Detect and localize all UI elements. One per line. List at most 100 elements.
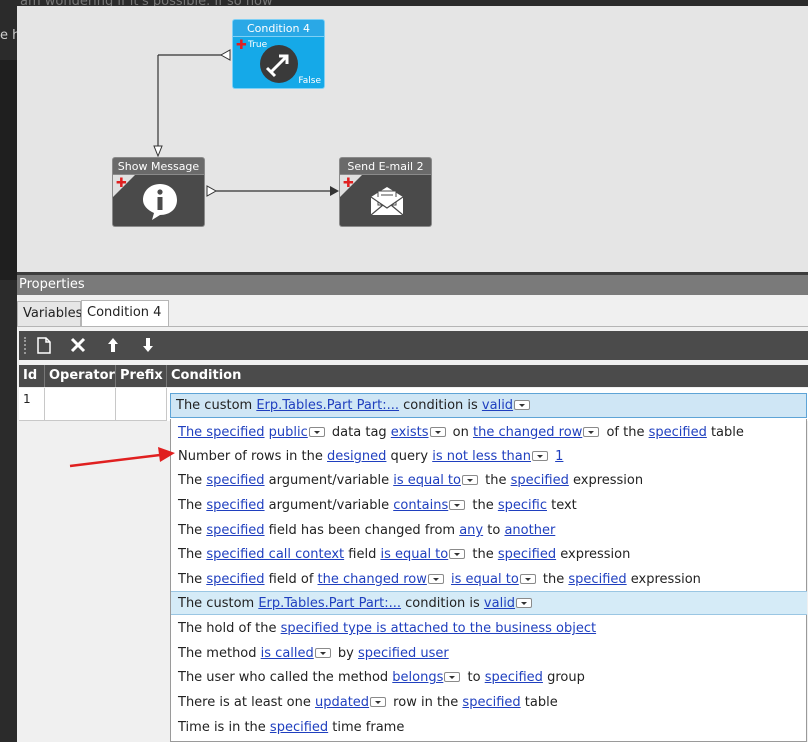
option-link[interactable]: the changed row [473, 425, 582, 440]
option-link[interactable]: specified [511, 473, 569, 488]
list-item[interactable]: The specified call context field is equa… [171, 543, 807, 567]
dropdown-arrow-icon[interactable] [516, 598, 533, 608]
option-link[interactable]: specified [462, 695, 520, 710]
list-item[interactable]: The specified field has been changed fro… [171, 519, 807, 543]
selected-text: condition is [399, 398, 482, 413]
dropdown-arrow-icon[interactable] [449, 549, 466, 559]
option-link[interactable]: contains [393, 498, 448, 513]
column-header-id[interactable]: Id [19, 365, 45, 387]
option-link[interactable]: specified [568, 572, 626, 587]
option-link[interactable]: any [459, 523, 483, 538]
new-button[interactable] [32, 334, 56, 356]
send-email-node-title: Send E-mail 2 [339, 157, 432, 175]
list-item[interactable]: The method is called by specified user [171, 642, 807, 666]
move-down-button[interactable] [136, 334, 160, 356]
show-message-node[interactable]: Show Message 0 ✚ [112, 157, 205, 227]
option-link[interactable]: is not less than [432, 449, 531, 464]
left-panel-strip [0, 60, 17, 280]
dropdown-arrow-icon[interactable] [583, 427, 600, 437]
option-link[interactable]: the changed row [318, 572, 427, 587]
option-link[interactable]: is equal to [380, 547, 448, 562]
delete-button[interactable] [66, 334, 90, 356]
send-email-node[interactable]: Send E-mail 2 ✚ [339, 157, 432, 227]
option-link[interactable]: specified type is attached to the busine… [281, 621, 596, 636]
cell-operator[interactable] [45, 388, 116, 421]
tab-variables[interactable]: Variables [17, 301, 82, 326]
dropdown-arrow-icon[interactable] [519, 574, 536, 584]
list-item[interactable]: There is at least one updated row in the… [171, 691, 807, 715]
option-link[interactable]: specified [270, 720, 328, 735]
add-icon[interactable]: ✚ [116, 177, 127, 190]
add-icon[interactable]: ✚ [343, 177, 354, 190]
option-text: expression [568, 473, 644, 488]
dropdown-arrow-icon[interactable] [462, 475, 478, 485]
option-link[interactable]: specified [206, 473, 264, 488]
dropdown-arrow-icon[interactable] [532, 451, 548, 461]
list-item[interactable]: The hold of the specified type is attach… [171, 617, 807, 641]
option-link[interactable]: designed [327, 449, 386, 464]
option-link[interactable]: another [504, 523, 555, 538]
dropdown-arrow-icon[interactable] [429, 427, 446, 437]
condition-dropdown-list: The specified public data tag exists on … [170, 419, 807, 742]
option-text: of the [602, 425, 649, 440]
condition-node[interactable]: Condition 4 ✚ True False [232, 19, 325, 89]
list-item[interactable]: The specified public data tag exists on … [171, 421, 807, 445]
option-link[interactable]: specified [206, 523, 264, 538]
cell-prefix[interactable] [116, 388, 167, 421]
dropdown-arrow-icon[interactable] [308, 427, 325, 437]
dropdown-arrow-icon[interactable] [370, 697, 387, 707]
dropdown-arrow-icon[interactable] [514, 400, 531, 410]
option-text: field has been changed from [264, 523, 460, 538]
column-header-prefix[interactable]: Prefix [116, 365, 167, 387]
add-icon[interactable]: ✚ [236, 39, 247, 52]
dropdown-arrow-icon[interactable] [314, 648, 331, 658]
option-text: The user who called the method [178, 670, 393, 685]
option-text: The custom [178, 596, 259, 611]
column-header-condition[interactable]: Condition [167, 365, 808, 387]
column-header-operator[interactable]: Operator [45, 365, 116, 387]
dropdown-arrow-icon[interactable] [427, 574, 444, 584]
option-link[interactable]: specified [206, 572, 264, 587]
selected-link-valid[interactable]: valid [482, 398, 513, 413]
option-link[interactable]: exists [391, 425, 429, 440]
arrowhead-down [153, 145, 163, 158]
option-link[interactable]: specific [498, 498, 547, 513]
option-link[interactable]: specified call context [206, 547, 344, 562]
list-item[interactable]: The specified argument/variable contains… [171, 494, 807, 518]
dropdown-arrow-icon[interactable] [449, 500, 466, 510]
dropdown-arrow-icon[interactable] [444, 672, 461, 682]
option-link[interactable]: specified [498, 547, 556, 562]
option-link[interactable]: specified [485, 670, 543, 685]
option-link[interactable]: updated [315, 695, 369, 710]
workflow-canvas[interactable]: Condition 4 ✚ True False Show Message 0 … [17, 6, 808, 272]
option-text: argument/variable [264, 498, 394, 513]
option-text: Number of rows in the [178, 449, 328, 464]
move-up-button[interactable] [101, 334, 125, 356]
list-item[interactable]: The user who called the method belongs t… [171, 666, 807, 690]
list-item[interactable]: The specified argument/variable is equal… [171, 469, 807, 493]
option-link[interactable]: specified user [358, 646, 449, 661]
option-link[interactable]: The specified [178, 425, 265, 440]
list-item[interactable]: Number of rows in the designed query is … [171, 445, 807, 469]
condition-combobox[interactable]: The custom Erp.Tables.Part Part:... cond… [170, 393, 807, 418]
option-link[interactable]: specified [649, 425, 707, 440]
tab-condition-4[interactable]: Condition 4 [81, 300, 169, 326]
option-text: The [178, 572, 207, 587]
option-link[interactable]: is equal to [393, 473, 461, 488]
option-link[interactable]: specified [206, 498, 264, 513]
list-item-highlighted[interactable]: The custom Erp.Tables.Part Part:... cond… [171, 591, 807, 615]
option-link[interactable]: is called [261, 646, 314, 661]
option-link[interactable]: public [269, 425, 308, 440]
option-text: table [520, 695, 558, 710]
selected-link-table[interactable]: Erp.Tables.Part Part:... [256, 398, 399, 413]
option-link[interactable]: 1 [555, 449, 563, 464]
list-item[interactable]: Time is in the specified time frame [171, 716, 807, 740]
new-document-icon [37, 336, 51, 354]
list-item[interactable]: The specified field of the changed row i… [171, 568, 807, 592]
option-text: row in the [389, 695, 463, 710]
option-link[interactable]: is equal to [451, 572, 519, 587]
connector-lines [153, 49, 339, 197]
option-link[interactable]: valid [484, 596, 515, 611]
option-link[interactable]: belongs [392, 670, 443, 685]
option-link[interactable]: Erp.Tables.Part Part:... [258, 596, 401, 611]
